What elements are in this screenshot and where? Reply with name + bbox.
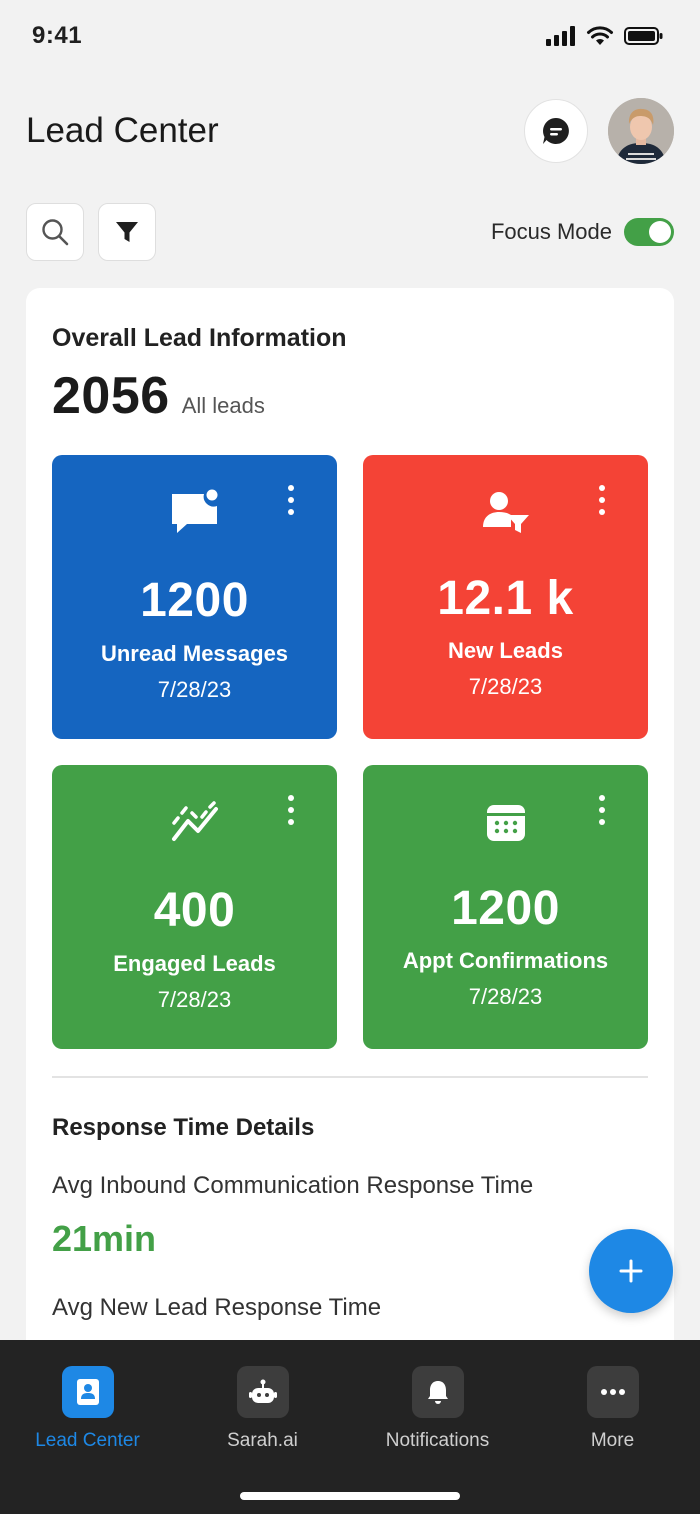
calendar-icon [486, 805, 525, 841]
nav-notifications[interactable]: Notifications [350, 1366, 525, 1456]
nav-more[interactable]: More [525, 1366, 700, 1456]
engaged-leads-tile[interactable]: 400 Engaged Leads 7/28/23 [52, 765, 337, 1049]
nav-lead-center[interactable]: Lead Center [0, 1366, 175, 1456]
search-icon [42, 219, 69, 246]
avatar-image [608, 98, 674, 164]
focus-mode-label: Focus Mode [490, 219, 612, 244]
appt-confirmations-tile[interactable]: 1200 Appt Confirmations 7/28/23 [363, 765, 648, 1049]
tile-label: New Leads [448, 638, 563, 663]
response-title: Response Time Details [52, 1114, 315, 1141]
tile-menu-icon[interactable] [592, 795, 612, 825]
new-leads-tile[interactable]: 12.1 k New Leads 7/28/23 [363, 455, 648, 739]
tile-menu-icon[interactable] [281, 795, 301, 825]
contact-card-icon [76, 1379, 99, 1405]
trend-icon [171, 801, 218, 841]
inbound-response-value: 21min [52, 1218, 157, 1259]
tile-label: Appt Confirmations [402, 948, 609, 973]
search-button[interactable] [26, 203, 84, 261]
home-indicator [240, 1492, 460, 1500]
nav-sarah-ai[interactable]: Sarah.ai [175, 1366, 350, 1456]
nav-label: More [590, 1430, 635, 1451]
tile-menu-icon[interactable] [592, 485, 612, 515]
total-leads-label: All leads [181, 393, 265, 418]
focus-mode: Focus Mode [491, 218, 674, 246]
focus-mode-toggle[interactable] [624, 218, 674, 246]
wifi-icon [587, 26, 613, 45]
avatar[interactable] [608, 98, 674, 164]
plus-icon [619, 1259, 643, 1283]
nav-label: Sarah.ai [227, 1430, 298, 1451]
header: Lead Center [26, 98, 674, 164]
total-leads-count: 2056 [52, 367, 170, 425]
page-title: Lead Center [26, 111, 219, 150]
tile-menu-icon[interactable] [281, 485, 301, 515]
tile-value: 12.1 k [437, 572, 574, 625]
toolbar: Focus Mode [26, 203, 674, 261]
tile-label: Engaged Leads [113, 951, 276, 976]
divider [52, 1076, 648, 1078]
tile-label: Unread Messages [100, 641, 289, 666]
overview-title: Overall Lead Information [52, 324, 347, 352]
status-icons [546, 26, 664, 46]
unread-messages-tile[interactable]: 1200 Unread Messages 7/28/23 [52, 455, 337, 739]
add-button[interactable] [589, 1229, 673, 1313]
signal-icon [546, 26, 575, 46]
bell-icon [427, 1381, 448, 1404]
tile-value: 1200 [451, 882, 560, 935]
clock-time: 9:41 [32, 22, 83, 49]
toggle-knob [649, 221, 671, 243]
more-icon [600, 1389, 625, 1395]
chat-icon [543, 118, 569, 144]
tile-date: 7/28/23 [468, 984, 543, 1009]
filter-button[interactable] [98, 203, 156, 261]
lead-info-card: Overall Lead Information 2056 All leads … [26, 288, 674, 1368]
tile-date: 7/28/23 [157, 987, 232, 1012]
tile-date: 7/28/23 [468, 674, 543, 699]
tool-group [26, 203, 156, 261]
battery-icon [624, 27, 663, 45]
message-icon [171, 489, 217, 533]
header-actions [524, 98, 674, 164]
tile-date: 7/28/23 [157, 677, 232, 702]
tile-value: 400 [153, 884, 236, 937]
status-bar: 9:41 [0, 0, 700, 72]
chat-button[interactable] [524, 99, 588, 163]
robot-icon [248, 1379, 277, 1403]
tile-value: 1200 [140, 574, 249, 627]
nav-label: Lead Center [35, 1430, 140, 1451]
bottom-nav: Lead Center Sarah.ai Notifications More [0, 1340, 700, 1514]
new-lead-response-label: Avg New Lead Response Time [52, 1294, 382, 1321]
inbound-response-label: Avg Inbound Communication Response Time [52, 1172, 534, 1199]
lead-filter-icon [482, 492, 529, 533]
total-leads: 2056 All leads [52, 366, 265, 426]
filter-icon [116, 222, 138, 242]
nav-label: Notifications [385, 1430, 490, 1451]
